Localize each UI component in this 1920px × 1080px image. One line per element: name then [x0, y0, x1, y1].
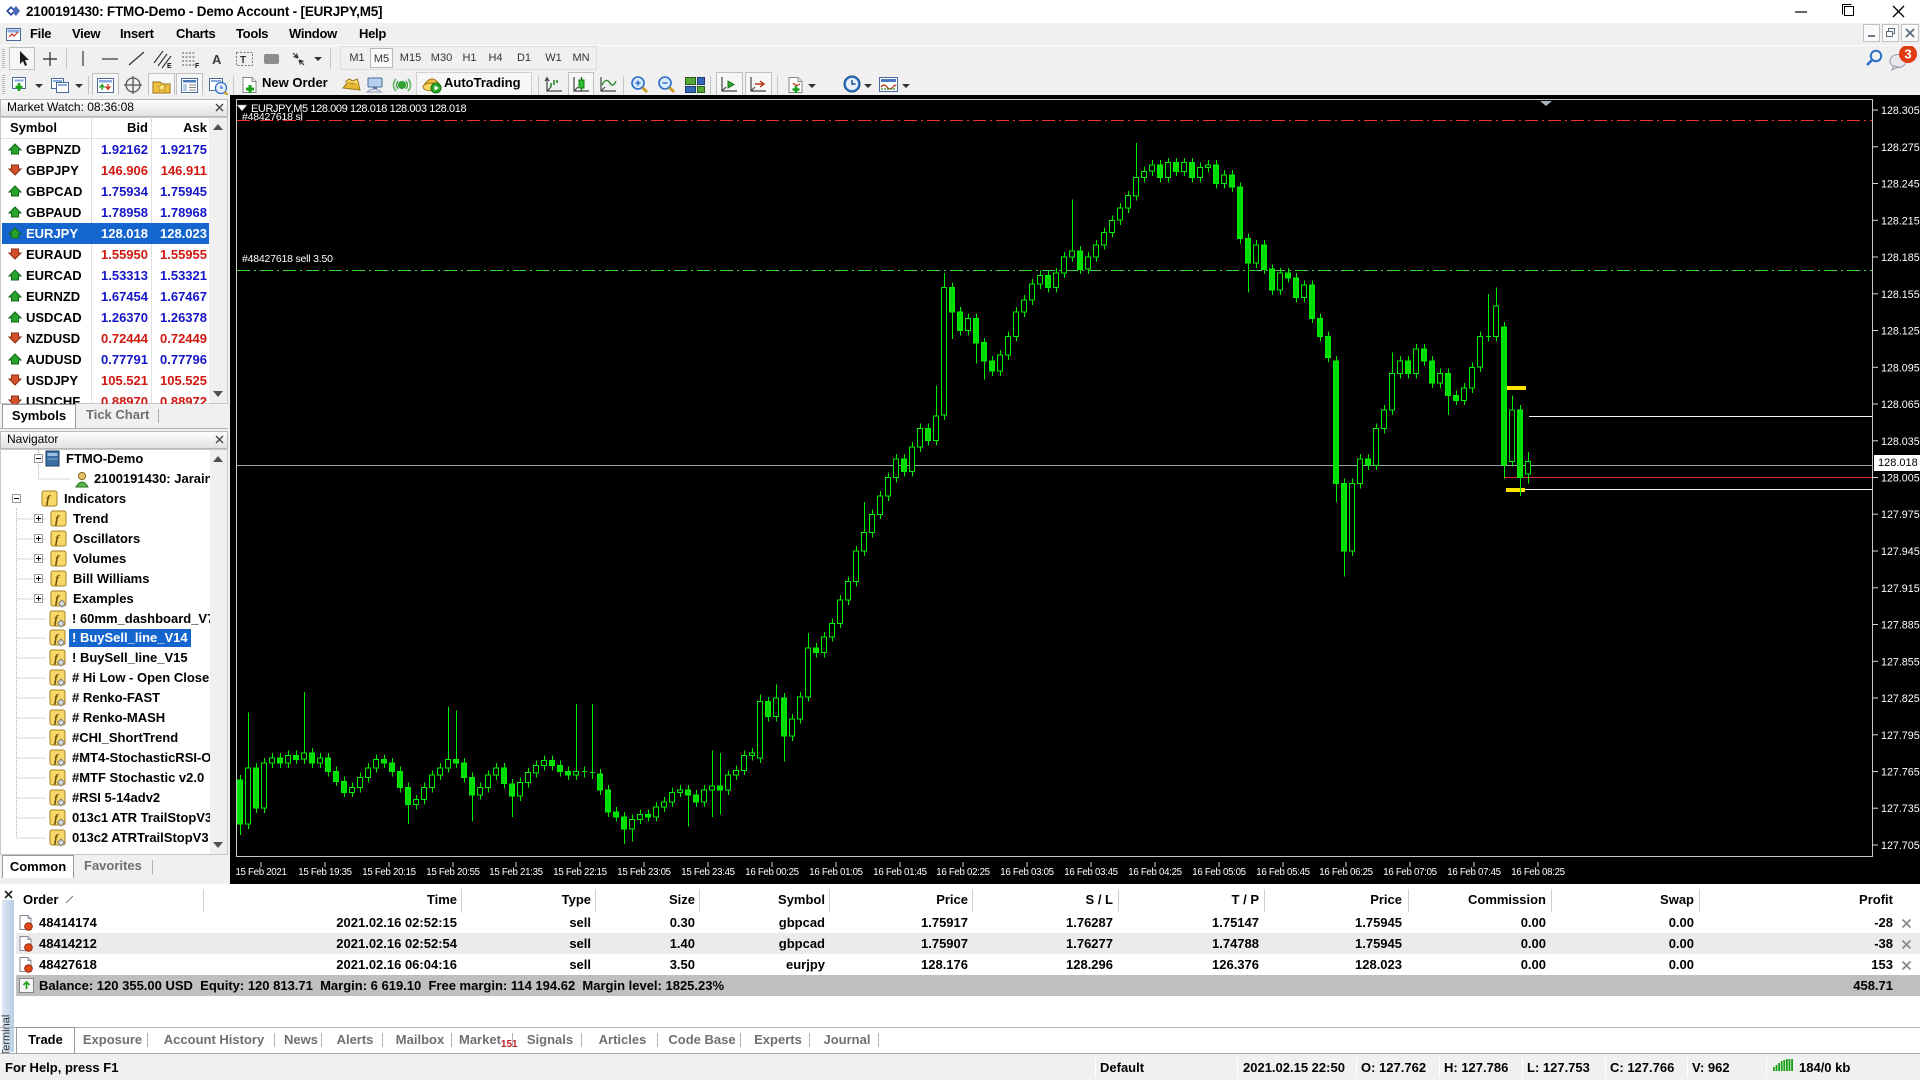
- svg-text:16 Feb 07:05: 16 Feb 07:05: [1383, 867, 1437, 878]
- svg-text:16 Feb 05:05: 16 Feb 05:05: [1192, 867, 1246, 878]
- svg-text:128.245: 128.245: [1881, 179, 1920, 191]
- svg-text:128.275: 128.275: [1881, 142, 1920, 154]
- svg-text:128.155: 128.155: [1881, 289, 1920, 301]
- svg-text:16 Feb 07:45: 16 Feb 07:45: [1447, 867, 1501, 878]
- svg-text:15 Feb 20:55: 15 Feb 20:55: [426, 867, 480, 878]
- svg-text:127.765: 127.765: [1881, 767, 1920, 779]
- svg-text:127.795: 127.795: [1881, 730, 1920, 742]
- svg-text:127.915: 127.915: [1881, 583, 1920, 595]
- svg-text:16 Feb 04:25: 16 Feb 04:25: [1128, 867, 1182, 878]
- svg-text:#48427618 sell 3.50: #48427618 sell 3.50: [242, 253, 333, 265]
- svg-text:15 Feb 23:05: 15 Feb 23:05: [617, 867, 671, 878]
- svg-text:127.945: 127.945: [1881, 546, 1920, 558]
- svg-text:127.825: 127.825: [1881, 693, 1920, 705]
- svg-text:128.035: 128.035: [1881, 436, 1920, 448]
- svg-text:15 Feb 22:15: 15 Feb 22:15: [553, 867, 607, 878]
- svg-text:128.215: 128.215: [1881, 215, 1920, 227]
- svg-text:128.185: 128.185: [1881, 252, 1920, 264]
- svg-text:E: E: [167, 63, 172, 70]
- svg-text:16 Feb 08:25: 16 Feb 08:25: [1511, 867, 1565, 878]
- svg-text:128.125: 128.125: [1881, 326, 1920, 338]
- svg-text:F: F: [195, 63, 200, 70]
- svg-text:128.005: 128.005: [1881, 473, 1920, 485]
- svg-text:16 Feb 01:45: 16 Feb 01:45: [873, 867, 927, 878]
- svg-text:127.885: 127.885: [1881, 620, 1920, 632]
- svg-text:16 Feb 05:45: 16 Feb 05:45: [1256, 867, 1310, 878]
- svg-text:15 Feb 2021: 15 Feb 2021: [235, 867, 286, 878]
- svg-text:127.975: 127.975: [1881, 509, 1920, 521]
- svg-text:15 Feb 19:35: 15 Feb 19:35: [298, 867, 352, 878]
- svg-text:128.095: 128.095: [1881, 362, 1920, 374]
- svg-text:16 Feb 03:45: 16 Feb 03:45: [1064, 867, 1118, 878]
- svg-text:128.305: 128.305: [1881, 105, 1920, 117]
- svg-text:16 Feb 00:25: 16 Feb 00:25: [745, 867, 799, 878]
- svg-text:127.735: 127.735: [1881, 803, 1920, 815]
- svg-text:16 Feb 01:05: 16 Feb 01:05: [809, 867, 863, 878]
- svg-text:128.065: 128.065: [1881, 399, 1920, 411]
- svg-text:#48427618 sl: #48427618 sl: [242, 111, 303, 123]
- svg-text:3: 3: [1904, 47, 1911, 62]
- svg-text:T: T: [240, 55, 246, 66]
- svg-text:16 Feb 02:25: 16 Feb 02:25: [936, 867, 990, 878]
- svg-text:A: A: [212, 52, 222, 67]
- svg-text:15 Feb 21:35: 15 Feb 21:35: [489, 867, 543, 878]
- svg-text:16 Feb 06:25: 16 Feb 06:25: [1319, 867, 1373, 878]
- svg-text:127.855: 127.855: [1881, 656, 1920, 668]
- svg-text:15 Feb 20:15: 15 Feb 20:15: [362, 867, 416, 878]
- svg-text:15 Feb 23:45: 15 Feb 23:45: [681, 867, 735, 878]
- svg-text:16 Feb 03:05: 16 Feb 03:05: [1000, 867, 1054, 878]
- svg-text:127.705: 127.705: [1881, 840, 1920, 852]
